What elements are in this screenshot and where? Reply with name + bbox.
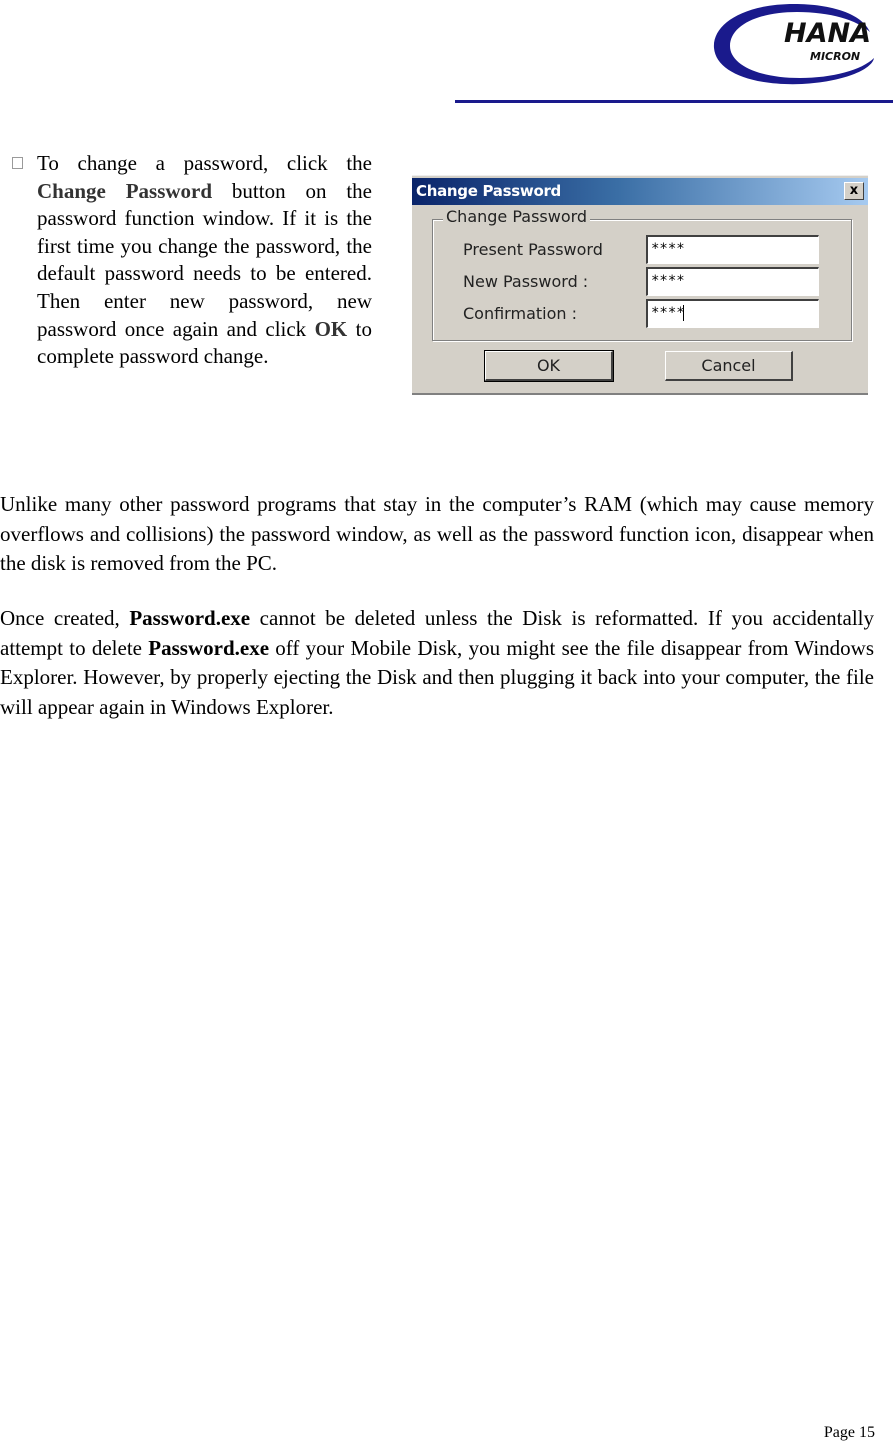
logo-text-main: HANA — [784, 18, 871, 49]
confirmation-value: **** — [651, 305, 685, 321]
text-caret — [682, 305, 684, 321]
paragraph-password-exe: Once created, Password.exe cannot be del… — [0, 604, 874, 722]
dialog-title: Change Password — [416, 182, 561, 200]
logo-text-sub: MICRON — [810, 50, 860, 63]
page-number: Page 15 — [823, 1424, 875, 1441]
confirmation-label: Confirmation : — [463, 304, 577, 323]
bold-run: Password.exe — [148, 635, 270, 660]
text-run: Unlike many other password programs that… — [0, 492, 874, 575]
bullet-box-icon — [12, 157, 23, 169]
new-password-row: New Password : **** — [433, 267, 851, 297]
bold-run: Password.exe — [129, 606, 251, 630]
present-password-label: Present Password — [463, 240, 603, 259]
change-password-dialog: Change Password x Change Password Presen… — [412, 175, 868, 395]
ok-button[interactable]: OK — [484, 350, 614, 382]
present-password-value: **** — [651, 241, 685, 257]
header-rule — [455, 100, 893, 103]
hana-micron-logo: HANA MICRON — [713, 4, 874, 85]
confirmation-row: Confirmation : **** — [433, 299, 851, 329]
new-password-input[interactable]: **** — [646, 267, 819, 296]
bold-run: Change Password — [37, 178, 213, 203]
dialog-titlebar[interactable]: Change Password x — [412, 178, 868, 205]
close-button[interactable]: x — [844, 182, 864, 200]
new-password-value: **** — [651, 273, 685, 289]
change-password-group: Change Password Present Password **** Ne… — [432, 207, 852, 341]
new-password-label: New Password : — [463, 272, 589, 291]
close-icon: x — [849, 183, 859, 198]
bold-run: OK — [314, 316, 348, 341]
bullet-text: To change a password, click the Change P… — [37, 150, 372, 371]
text-run: To change a password, click the — [37, 151, 372, 175]
text-run: Once created, — [0, 606, 130, 630]
present-password-input[interactable]: **** — [646, 235, 819, 264]
paragraph-ram: Unlike many other password programs that… — [0, 490, 874, 579]
cancel-button[interactable]: Cancel — [665, 351, 793, 381]
group-label: Change Password — [443, 207, 591, 226]
present-password-row: Present Password **** — [433, 235, 851, 265]
confirmation-input[interactable]: **** — [646, 299, 819, 328]
